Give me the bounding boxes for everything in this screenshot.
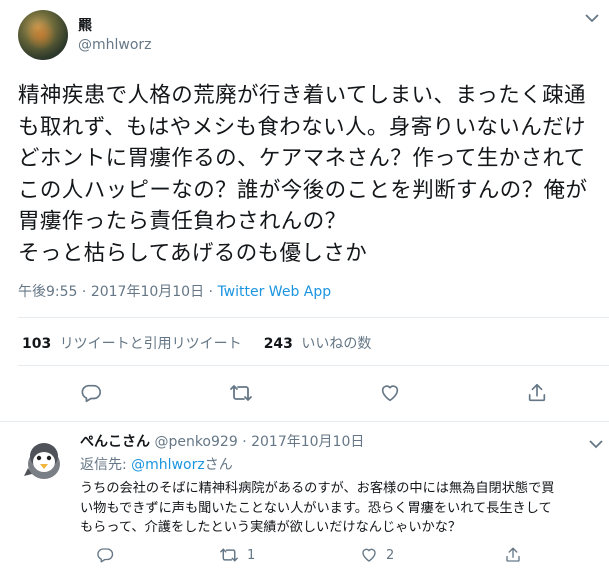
reply-like-count: 2 (386, 547, 395, 563)
heart-icon[interactable] (375, 378, 405, 408)
likes-count: 243 (263, 336, 293, 352)
replying-to: 返信先: @mhlworzさん (80, 454, 233, 474)
author-avatar[interactable] (18, 10, 68, 60)
replying-suffix: さん (204, 457, 233, 473)
tweet-time[interactable]: 午後9:55 (18, 284, 77, 300)
divider (18, 365, 609, 366)
chevron-down-icon[interactable] (589, 434, 603, 453)
divider (18, 317, 609, 318)
reply-handle[interactable]: @penko929 (154, 434, 237, 450)
author-handle[interactable]: @mhlworz (78, 35, 152, 55)
chevron-down-icon[interactable] (585, 8, 599, 23)
reply-actions: 1 2 (0, 546, 609, 568)
retweets-label: リツイートと引用リツイート (59, 336, 242, 352)
meta-separator: · (81, 284, 87, 300)
tweet-text: 精神疾患で人格の荒廃が行き着いてしまい、まったく疎通 も取れず、もはやメシも食わ… (18, 83, 588, 266)
retweets-stat[interactable]: 103 リツイートと引用リツイート (22, 333, 242, 353)
likes-stat[interactable]: 243 いいねの数 (264, 333, 372, 353)
replying-to-link[interactable]: @mhlworz (131, 457, 205, 473)
reply-header: ぺんこさん @penko929 · 2017年10月10日 (80, 431, 364, 451)
reply-retweet-count: 1 (247, 547, 256, 563)
retweet-icon[interactable] (226, 378, 256, 408)
reply-text: うちの会社のそばに精神科病院があるのすが、お客様の中には無為自閉状態で買 い物も… (80, 481, 555, 535)
retweets-count: 103 (22, 336, 52, 352)
reply-avatar[interactable] (20, 434, 68, 482)
tweet-source-link[interactable]: Twitter Web App (217, 284, 331, 300)
reply-separator: · (242, 434, 247, 450)
retweet-icon[interactable]: 1 (219, 546, 255, 564)
tweet-stats: 103 リツイートと引用リツイート 243 いいねの数 (22, 333, 393, 353)
reply-tweet[interactable]: ぺんこさん @penko929 · 2017年10月10日 返信先: @mhlw… (0, 422, 609, 569)
tweet-header: 羆 @mhlworz (18, 10, 152, 60)
share-icon[interactable] (504, 546, 522, 564)
share-icon[interactable] (522, 378, 552, 408)
heart-icon[interactable]: 2 (360, 546, 394, 564)
tweet-meta: 午後9:55 · 2017年10月10日 · Twitter Web App (18, 281, 331, 301)
reply-date[interactable]: 2017年10月10日 (251, 434, 364, 450)
meta-separator: · (208, 284, 213, 300)
tweet-actions (0, 378, 609, 408)
tweet-date[interactable]: 2017年10月10日 (91, 284, 204, 300)
reply-icon[interactable] (96, 546, 114, 564)
likes-label: いいねの数 (301, 336, 372, 352)
reply-icon[interactable] (76, 378, 106, 408)
replying-prefix: 返信先: (80, 457, 132, 473)
reply-display-name[interactable]: ぺんこさん (80, 434, 150, 450)
author-display-name[interactable]: 羆 (78, 18, 152, 35)
author-names: 羆 @mhlworz (78, 18, 152, 60)
